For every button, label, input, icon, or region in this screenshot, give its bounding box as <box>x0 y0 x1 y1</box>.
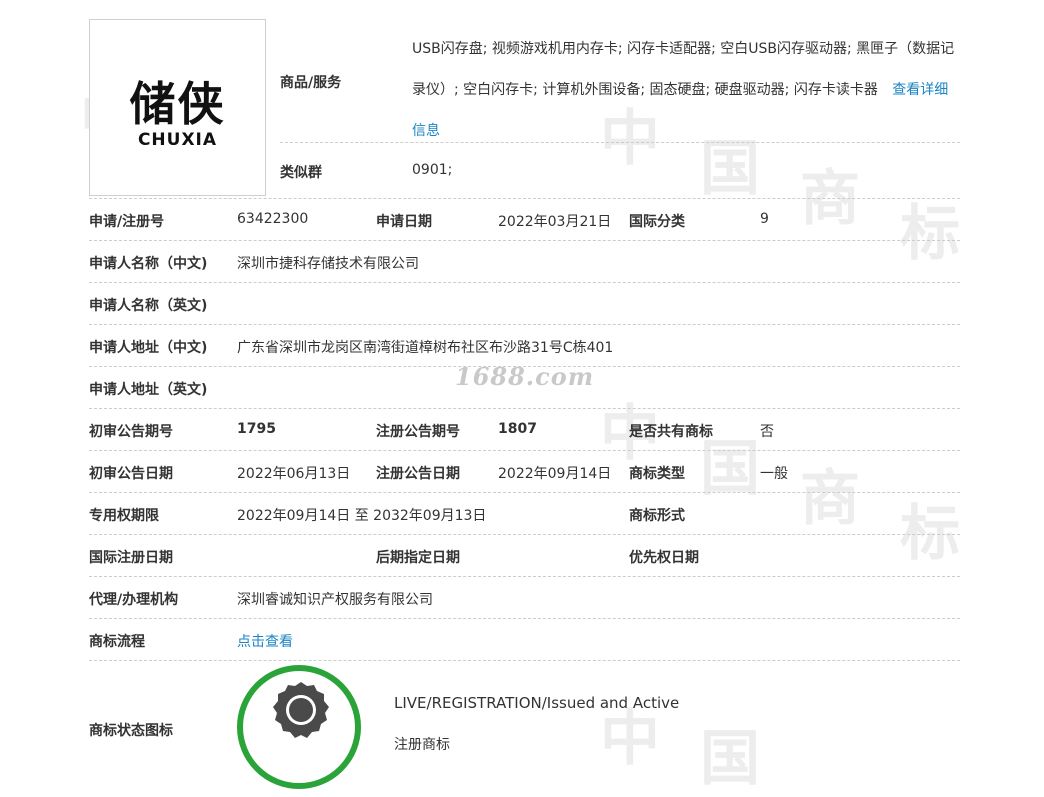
applicant-cn-value: 深圳市捷科存储技术有限公司 <box>237 256 419 272</box>
prelim-no-value: 1795 <box>237 421 276 437</box>
process-link[interactable]: 点击查看 <box>237 631 293 651</box>
trademark-text-en: CHUXIA <box>137 130 218 150</box>
shared-value: 否 <box>760 424 774 440</box>
seal-icon <box>273 682 329 738</box>
trademark-text-zh: 储侠 <box>129 77 226 131</box>
divider <box>89 324 960 325</box>
reg-notice-date-label: 注册公告日期 <box>376 466 460 482</box>
exclusive-period-value: 2022年09月14日 至 2032年09月13日 <box>237 508 487 524</box>
applicant-cn-label: 申请人名称（中文) <box>89 256 208 272</box>
reg-notice-date-value: 2022年09月14日 <box>498 466 612 482</box>
watermark-tile: 标 <box>900 499 960 569</box>
watermark-tile: 商 <box>800 464 860 534</box>
exclusive-period-label: 专用权期限 <box>89 508 159 524</box>
divider <box>280 142 960 143</box>
priority-date-label: 优先权日期 <box>629 550 699 566</box>
status-icon-label: 商标状态图标 <box>89 723 173 739</box>
address-en-label: 申请人地址（英文) <box>89 382 208 398</box>
divider <box>89 576 960 577</box>
divider <box>89 660 960 661</box>
later-date-label: 后期指定日期 <box>376 550 460 566</box>
tm-form-label: 商标形式 <box>629 508 685 524</box>
reg-no-value: 63422300 <box>237 211 309 227</box>
address-cn-label: 申请人地址（中文) <box>89 340 208 356</box>
prelim-no-label: 初审公告期号 <box>89 424 173 440</box>
reg-notice-no-value: 1807 <box>498 421 537 437</box>
goods-label: 商品/服务 <box>280 75 342 91</box>
divider <box>89 240 960 241</box>
apply-date-value: 2022年03月21日 <box>498 214 612 230</box>
divider <box>89 408 960 409</box>
goods-value: USB闪存盘; 视频游戏机用内存卡; 闪存卡适配器; 空白USB闪存驱动器; 黑… <box>412 29 962 152</box>
agent-label: 代理/办理机构 <box>89 592 179 608</box>
trademark-image: 储侠 CHUXIA <box>89 19 266 196</box>
intl-reg-date-label: 国际注册日期 <box>89 550 173 566</box>
process-label: 商标流程 <box>89 634 145 650</box>
divider <box>89 618 960 619</box>
shared-label: 是否共有商标 <box>629 424 713 440</box>
address-cn-value: 广东省深圳市龙岗区南湾街道樟树布社区布沙路31号C栋401 <box>237 340 614 356</box>
applicant-en-label: 申请人名称（英文) <box>89 298 208 314</box>
divider <box>89 282 960 283</box>
goods-text: USB闪存盘; 视频游戏机用内存卡; 闪存卡适配器; 空白USB闪存驱动器; 黑… <box>412 41 955 98</box>
status-cn: 注册商标 <box>394 737 450 753</box>
reg-notice-no-label: 注册公告期号 <box>376 424 460 440</box>
intl-class-value: 9 <box>760 211 769 227</box>
intl-class-label: 国际分类 <box>629 214 685 230</box>
divider <box>89 534 960 535</box>
prelim-date-value: 2022年06月13日 <box>237 466 351 482</box>
tm-type-label: 商标类型 <box>629 466 685 482</box>
divider <box>89 198 960 199</box>
divider <box>89 492 960 493</box>
similar-group-value: 0901; <box>412 162 453 178</box>
tm-type-value: 一般 <box>760 466 788 482</box>
agent-value: 深圳睿诚知识产权服务有限公司 <box>237 592 433 608</box>
reg-no-label: 申请/注册号 <box>89 214 165 230</box>
status-en: LIVE/REGISTRATION/Issued and Active <box>394 694 680 712</box>
similar-group-label: 类似群 <box>280 165 322 181</box>
divider <box>89 366 960 367</box>
divider <box>89 450 960 451</box>
watermark-tile: 商 <box>800 164 860 234</box>
apply-date-label: 申请日期 <box>376 214 432 230</box>
prelim-date-label: 初审公告日期 <box>89 466 173 482</box>
